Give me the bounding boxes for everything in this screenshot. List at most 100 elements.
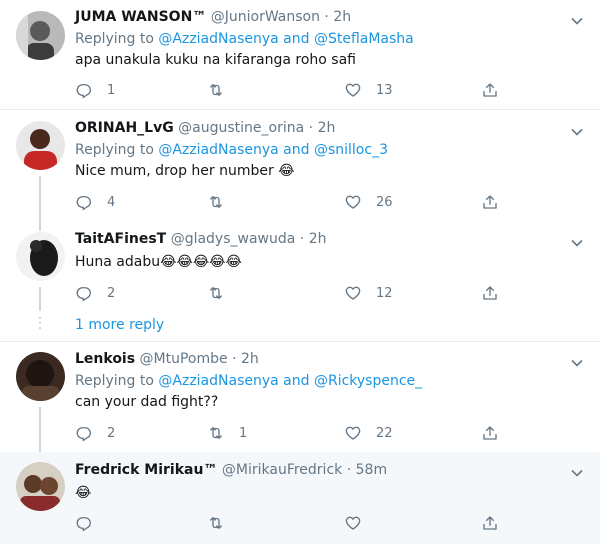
reply-button[interactable]: 2 (75, 283, 115, 303)
thread-line (39, 287, 41, 311)
share-button[interactable] (481, 283, 499, 303)
reply-count: 2 (107, 285, 116, 301)
share-icon (483, 195, 497, 209)
retweet-count: 1 (239, 425, 248, 441)
reply-button[interactable]: 4 (75, 192, 115, 212)
chevron-down-icon[interactable] (570, 124, 584, 138)
display-name[interactable]: Lenkois (75, 351, 135, 367)
heart-icon (345, 516, 361, 530)
tweet-juma-wanson[interactable]: JUMA WANSON™ @JuniorWanson · 2h Replying… (0, 0, 600, 109)
reply-button[interactable]: 2 (75, 423, 115, 443)
chevron-down-icon[interactable] (570, 465, 584, 479)
avatar[interactable] (16, 121, 65, 170)
display-name[interactable]: Fredrick Mirikau™ (75, 462, 217, 478)
chevron-down-icon[interactable] (570, 355, 584, 369)
tweet-text: Nice mum, drop her number 😂 (75, 163, 295, 179)
reply-button[interactable] (75, 513, 107, 533)
like-button[interactable]: 22 (344, 423, 393, 443)
tweet-text: can your dad fight?? (75, 394, 219, 410)
like-button[interactable] (344, 513, 376, 533)
separator-dot: · (299, 231, 305, 247)
tweet-actions: 2 1 22 (75, 423, 505, 443)
chevron-down-icon[interactable] (570, 13, 584, 27)
reply-count: 4 (107, 194, 116, 210)
heart-icon (345, 286, 361, 300)
like-button[interactable]: 12 (344, 283, 393, 303)
retweet-button[interactable] (207, 513, 239, 533)
like-button[interactable]: 13 (344, 80, 393, 100)
reply-icon (76, 517, 91, 532)
retweet-button[interactable] (207, 80, 239, 100)
like-count: 13 (376, 82, 393, 98)
timestamp[interactable]: 2h (333, 9, 351, 25)
user-handle[interactable]: @JuniorWanson (211, 9, 320, 25)
retweet-button[interactable]: 1 (207, 423, 247, 443)
share-button[interactable] (481, 513, 499, 533)
display-name[interactable]: ORINAH_LvG (75, 120, 174, 136)
retweet-icon (210, 196, 222, 208)
thread-dots (39, 317, 41, 332)
retweet-button[interactable] (207, 192, 239, 212)
tweet-fredrick-mirikau[interactable]: Fredrick Mirikau™ @MirikauFredrick · 58m… (0, 452, 600, 544)
tweet-orinah[interactable]: ORINAH_LvG @augustine_orina · 2h Replyin… (0, 110, 600, 221)
share-button[interactable] (481, 192, 499, 212)
tweet-actions: 1 13 (75, 80, 505, 100)
mention-link[interactable]: @snilloc_3 (314, 142, 388, 158)
like-count: 12 (376, 285, 393, 301)
user-handle[interactable]: @MtuPombe (140, 351, 228, 367)
separator-dot: · (232, 351, 237, 367)
tweet-header: JUMA WANSON™ @JuniorWanson · 2h (75, 9, 351, 25)
tweet-header: Fredrick Mirikau™ @MirikauFredrick · 58m (75, 462, 387, 478)
share-button[interactable] (481, 80, 499, 100)
mention-link[interactable]: @AzziadNasenya (158, 373, 278, 389)
reply-button[interactable]: 1 (75, 80, 115, 100)
replying-and[interactable]: and (283, 373, 309, 389)
retweet-icon (210, 517, 222, 529)
replying-to-label: Replying to (75, 31, 154, 47)
display-name[interactable]: TaitAFinesT (75, 231, 166, 247)
replying-and[interactable]: and (283, 142, 309, 158)
mention-link[interactable]: @AzziadNasenya (158, 31, 278, 47)
reply-count: 2 (107, 425, 116, 441)
user-handle[interactable]: @augustine_orina (178, 120, 304, 136)
tweet-header: TaitAFinesT @gladys_wawuda · 2h (75, 231, 326, 247)
reply-icon (76, 196, 91, 211)
retweet-button[interactable] (207, 283, 239, 303)
replying-to: Replying to @AzziadNasenya and @Rickyspe… (75, 373, 422, 389)
replying-to-label: Replying to (75, 373, 154, 389)
avatar[interactable] (16, 352, 65, 401)
tweet-actions: 4 26 (75, 192, 505, 212)
more-replies-link[interactable]: 1 more reply (75, 317, 164, 333)
timestamp[interactable]: 58m (356, 462, 387, 478)
like-button[interactable]: 26 (344, 192, 393, 212)
user-handle[interactable]: @MirikauFredrick (222, 462, 342, 478)
separator-dot: · (324, 9, 329, 25)
reply-icon (76, 84, 91, 99)
mention-link[interactable]: @Rickyspence_ (314, 373, 422, 389)
tweet-lenkois[interactable]: Lenkois @MtuPombe · 2h Replying to @Azzi… (0, 342, 600, 452)
tweet-text: apa unakula kuku na kifaranga roho safi (75, 52, 356, 68)
timestamp[interactable]: 2h (318, 120, 336, 136)
retweet-icon (210, 84, 222, 96)
chevron-down-icon[interactable] (570, 235, 584, 249)
display-name[interactable]: JUMA WANSON™ (75, 9, 206, 25)
avatar[interactable] (16, 462, 65, 511)
tweet-actions (75, 513, 505, 533)
avatar[interactable] (16, 11, 65, 60)
share-button[interactable] (481, 423, 499, 443)
reply-icon (76, 287, 91, 302)
share-icon (483, 83, 497, 97)
timestamp[interactable]: 2h (241, 351, 259, 367)
timestamp[interactable]: 2h (309, 231, 327, 247)
mention-link[interactable]: @AzziadNasenya (158, 142, 278, 158)
tweet-taitafinest[interactable]: TaitAFinesT @gladys_wawuda · 2h Huna ada… (0, 221, 600, 341)
share-icon (483, 426, 497, 440)
replying-and[interactable]: and (283, 31, 309, 47)
share-icon (483, 516, 497, 530)
tweet-header: Lenkois @MtuPombe · 2h (75, 351, 259, 367)
user-handle[interactable]: @gladys_wawuda (171, 231, 296, 247)
avatar[interactable] (16, 232, 65, 281)
mention-link[interactable]: @SteflaMasha (314, 31, 414, 47)
like-count: 22 (376, 425, 393, 441)
replying-to: Replying to @AzziadNasenya and @SteflaMa… (75, 31, 414, 47)
